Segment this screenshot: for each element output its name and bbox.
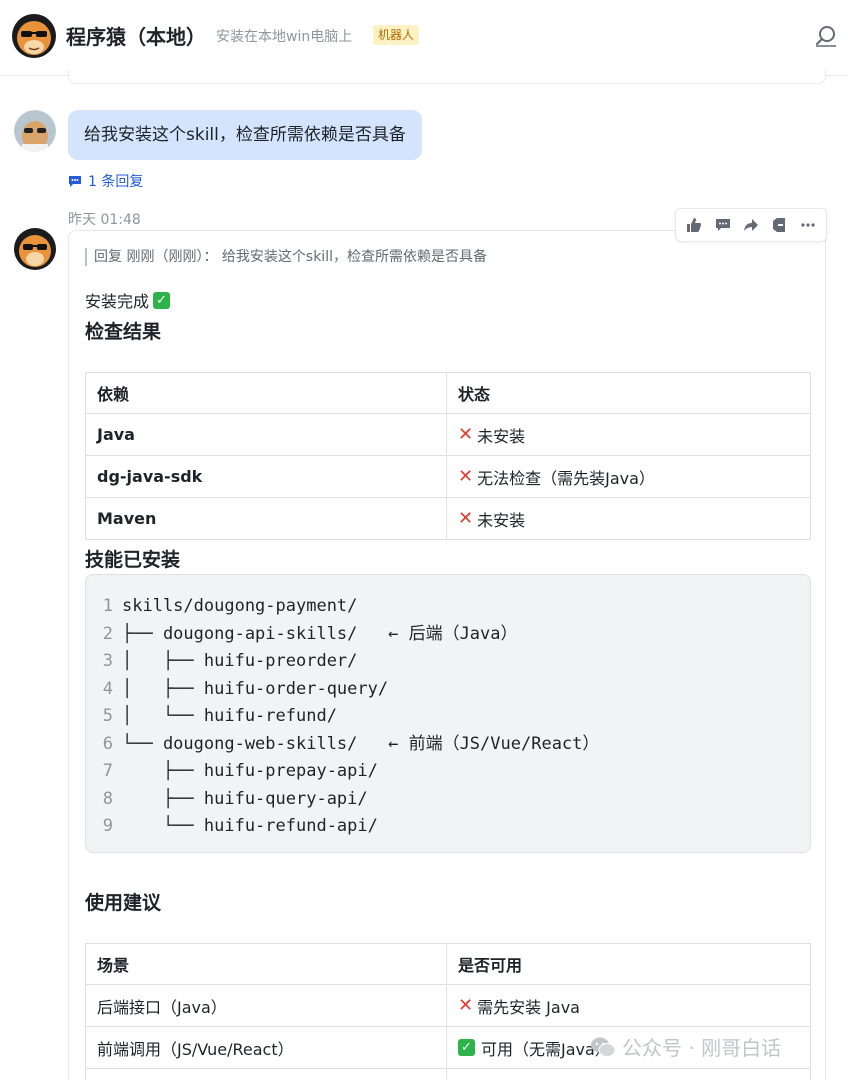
bot-avatar-icon[interactable] <box>12 14 56 58</box>
quoted-reply: 回复 刚刚（刚刚）： 给我安装这个skill，检查所需依赖是否具备 <box>85 248 487 266</box>
line-number: 8 <box>102 788 113 809</box>
code-line: 7 ├── huifu-prepay-api/ <box>86 758 810 786</box>
code-line: 1 skills/dougong-payment/ <box>86 593 810 621</box>
code-line: 5 │ └── huifu-refund/ <box>86 703 810 731</box>
table-header-row: 依赖 状态 <box>85 372 811 414</box>
reply-thread-link[interactable]: 1 条回复 <box>68 171 143 191</box>
skills-installed-heading: 技能已安装 <box>85 549 181 571</box>
wechat-icon <box>591 1037 616 1057</box>
usage-heading: 使用建议 <box>85 892 162 914</box>
pin-icon[interactable] <box>768 214 790 236</box>
code-text: └── huifu-refund-api/ <box>122 816 378 836</box>
comment-icon <box>69 175 81 187</box>
line-number: 6 <box>102 733 113 754</box>
code-text: ├── dougong-api-skills/ ← 后端（Java） <box>122 623 518 644</box>
line-number: 9 <box>102 816 113 836</box>
line-number: 5 <box>102 706 113 726</box>
code-line: 3 │ ├── huifu-preorder/ <box>86 648 810 676</box>
dependency-status-text: 未安装 <box>477 510 526 530</box>
code-text: ├── huifu-prepay-api/ <box>122 761 378 781</box>
user-avatar[interactable] <box>14 110 56 152</box>
bot-avatar-icon[interactable] <box>14 228 56 270</box>
table-row: Maven ✕ 未安装 <box>85 498 811 540</box>
dependency-name: dg-java-sdk <box>85 456 447 498</box>
code-text: skills/dougong-payment/ <box>122 596 358 616</box>
dependency-status-text: 无法检查（需先装Java） <box>477 468 655 488</box>
message-timestamp: 昨天 01:48 <box>68 212 141 228</box>
usage-scene: 前端调用（JS/Vue/React） <box>85 1027 447 1069</box>
dependency-status: ✕ 未安装 <box>447 498 811 540</box>
user-message-bubble[interactable]: 给我安装这个skill，检查所需依赖是否具备 <box>68 110 422 160</box>
cross-icon: ✕ <box>458 508 474 529</box>
dependency-status: ✕ 未安装 <box>447 414 811 456</box>
code-line: 2 ├── dougong-api-skills/ ← 后端（Java） <box>86 621 810 649</box>
table-header-cell: 场景 <box>85 943 447 985</box>
code-block[interactable]: 1 skills/dougong-payment/2 ├── dougong-api… <box>85 574 811 853</box>
cross-icon: ✕ <box>458 995 474 1016</box>
code-text: │ ├── huifu-preorder/ <box>122 651 358 671</box>
line-number: 7 <box>102 761 113 781</box>
code-text: ├── huifu-query-api/ <box>122 788 368 809</box>
usage-status <box>447 1069 811 1080</box>
table-header-row: 场景 是否可用 <box>85 943 811 985</box>
check-icon: ✓ <box>458 1039 475 1056</box>
check-results-heading: 检查结果 <box>85 321 162 343</box>
table-row: dg-java-sdk ✕ 无法检查（需先装Java） <box>85 456 811 498</box>
code-line: 8 ├── huifu-query-api/ <box>86 786 810 814</box>
table-row <box>85 1069 811 1080</box>
table-row: 后端接口（Java） ✕ 需先安装 Java <box>85 985 811 1027</box>
code-text: └── dougong-web-skills/ ← 前端（JS/Vue/Reac… <box>122 733 600 754</box>
table-header-cell: 状态 <box>447 372 811 414</box>
code-text: │ ├── huifu-order-query/ <box>122 678 389 699</box>
usage-scene: 后端接口（Java） <box>85 985 447 1027</box>
check-icon: ✓ <box>153 291 171 309</box>
table-row: Java ✕ 未安装 <box>85 414 811 456</box>
search-icon[interactable] <box>812 22 840 50</box>
reply-count: 1 条回复 <box>88 174 144 190</box>
reply-icon[interactable] <box>712 214 734 236</box>
chat-subtitle: 安装在本地win电脑上 <box>216 29 353 45</box>
code-line: 4 │ ├── huifu-order-query/ <box>86 676 810 704</box>
table-header-cell: 是否可用 <box>447 943 811 985</box>
line-number: 1 <box>102 596 113 616</box>
more-icon[interactable] <box>797 214 819 236</box>
install-status: 安装完成 ✓ <box>85 288 171 312</box>
dependency-status-text: 未安装 <box>477 426 526 446</box>
dependency-status: ✕ 无法检查（需先装Java） <box>447 456 811 498</box>
usage-scene <box>85 1069 447 1080</box>
watermark: 公众号 · 刚哥白话 <box>590 1032 781 1061</box>
line-number: 2 <box>102 623 113 644</box>
cross-icon: ✕ <box>458 466 474 487</box>
dependency-table: 依赖 状态 Java ✕ 未安装 dg-java-sdk ✕ 无法检查（需先装Jav… <box>85 372 811 540</box>
forward-icon[interactable] <box>740 214 762 236</box>
code-line: 9 └── huifu-refund-api/ <box>86 813 810 841</box>
install-status-text: 安装完成 <box>85 292 150 311</box>
watermark-text: 公众号 · 刚哥白话 <box>622 1036 782 1060</box>
code-text: │ └── huifu-refund/ <box>122 706 337 726</box>
thumbs-up-icon[interactable] <box>683 214 705 236</box>
line-number: 3 <box>102 651 113 671</box>
dependency-name: Maven <box>85 498 447 540</box>
chat-header: 程序猿（本地） 安装在本地win电脑上 机器人 <box>0 0 848 76</box>
code-line: 6 └── dougong-web-skills/ ← 前端（JS/Vue/Rea… <box>86 731 810 759</box>
message-toolbar <box>675 208 827 242</box>
line-number: 4 <box>102 678 113 699</box>
usage-status-text: 需先安装 Java <box>477 997 580 1017</box>
bot-badge: 机器人 <box>373 25 420 45</box>
table-header-cell: 依赖 <box>85 372 447 414</box>
chat-title: 程序猿（本地） <box>66 25 206 49</box>
usage-status: ✕ 需先安装 Java <box>447 985 811 1027</box>
cross-icon: ✕ <box>458 424 474 445</box>
dependency-name: Java <box>85 414 447 456</box>
previous-message-card <box>68 70 826 84</box>
